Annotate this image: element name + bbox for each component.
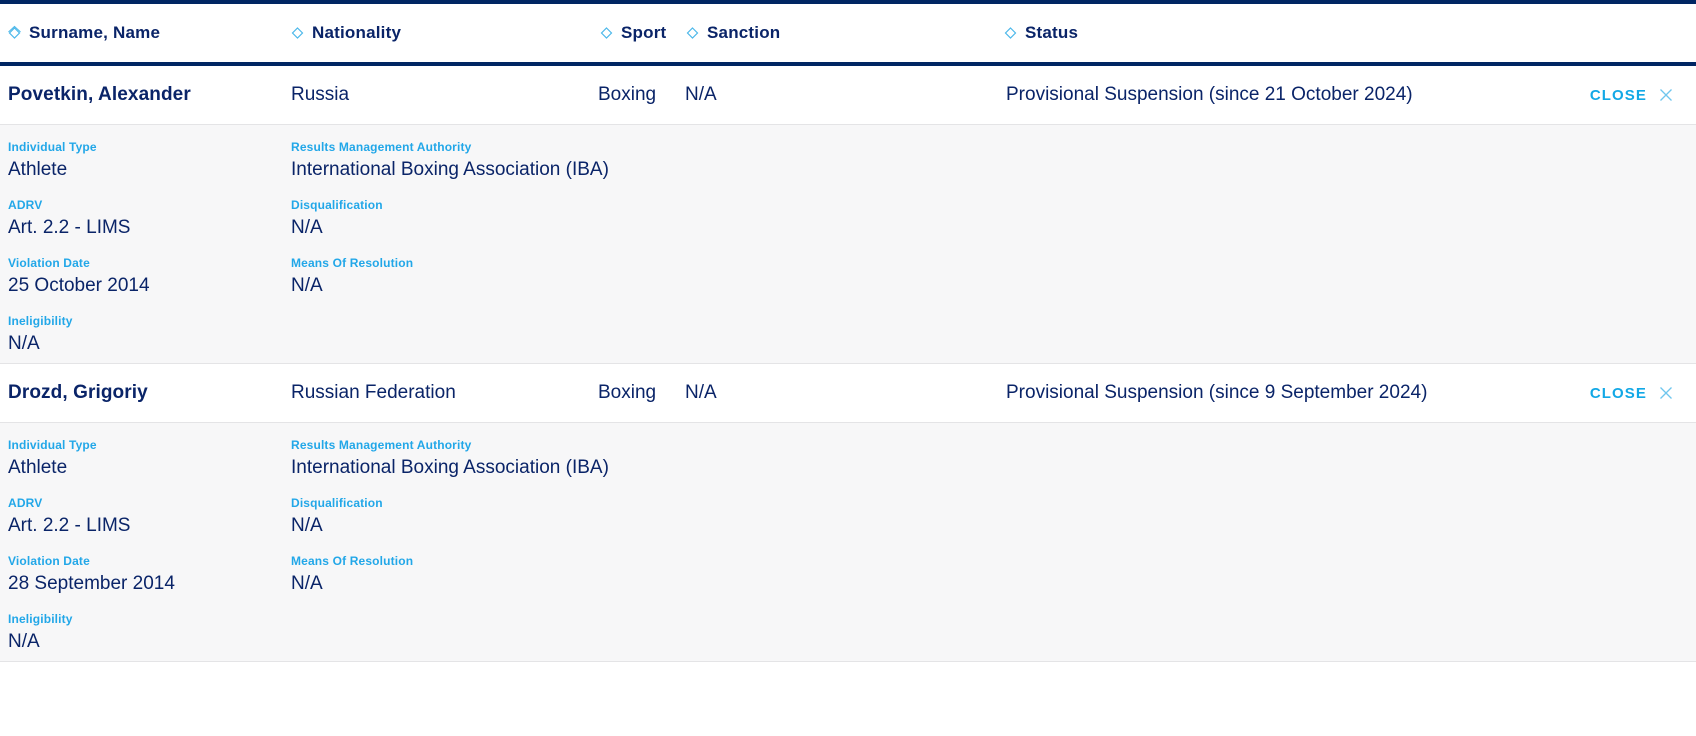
cell-sanction: N/A — [685, 84, 717, 105]
close-button-label: CLOSE — [1589, 86, 1647, 104]
cell-nationality: Russia — [291, 84, 350, 105]
column-header-status[interactable]: Status — [1004, 4, 1078, 62]
sort-diamond-icon[interactable] — [8, 25, 21, 41]
field-label: ADRV — [8, 496, 43, 510]
column-header-label: Sanction — [707, 23, 781, 42]
row-detail-panel: Individual Type Athlete ADRV Art. 2.2 - … — [0, 423, 1696, 662]
field-value: N/A — [8, 333, 40, 354]
field-adrv: ADRV Art. 2.2 - LIMS — [8, 495, 130, 540]
field-label: Violation Date — [8, 554, 90, 568]
field-value: Athlete — [8, 159, 68, 180]
field-ineligibility: Ineligibility N/A — [8, 313, 73, 358]
field-label: ADRV — [8, 198, 43, 212]
table-row[interactable]: Drozd, Grigoriy Russian Federation Boxin… — [0, 364, 1696, 423]
cell-sport: Boxing — [598, 382, 657, 403]
column-header-sport[interactable]: Sport — [600, 4, 666, 62]
sort-diamond-icon[interactable] — [600, 25, 613, 41]
column-header-label: Status — [1025, 23, 1079, 42]
cell-status: Provisional Suspension (since 9 Septembe… — [1006, 382, 1428, 403]
field-value: Art. 2.2 - LIMS — [8, 515, 131, 536]
table-header-row: Surname, Name Nationality Sport Sanction… — [0, 4, 1696, 66]
field-value: 25 October 2014 — [8, 275, 150, 296]
close-button-label: CLOSE — [1589, 384, 1647, 402]
sort-diamond-icon[interactable] — [291, 25, 304, 41]
column-header-label: Nationality — [312, 23, 402, 42]
close-x-icon[interactable] — [1658, 87, 1674, 103]
field-value: Athlete — [8, 457, 68, 478]
close-row-button[interactable]: CLOSE — [1590, 66, 1674, 124]
field-value: 28 September 2014 — [8, 573, 175, 594]
cell-sport: Boxing — [598, 84, 657, 105]
field-label: Results Management Authority — [291, 438, 472, 452]
field-value: N/A — [291, 275, 323, 296]
column-header-nationality[interactable]: Nationality — [291, 4, 401, 62]
field-results-management-authority: Results Management Authority Internation… — [291, 437, 609, 482]
column-header-sanction[interactable]: Sanction — [686, 4, 780, 62]
column-header-surname-name[interactable]: Surname, Name — [8, 4, 160, 62]
field-disqualification: Disqualification N/A — [291, 197, 383, 242]
field-violation-date: Violation Date 28 September 2014 — [8, 553, 175, 598]
sort-diamond-icon[interactable] — [686, 25, 699, 41]
sort-diamond-icon[interactable] — [1004, 25, 1017, 41]
field-results-management-authority: Results Management Authority Internation… — [291, 139, 609, 184]
column-header-label: Sport — [621, 23, 667, 42]
cell-surname-name: Drozd, Grigoriy — [8, 382, 148, 403]
field-value: International Boxing Association (IBA) — [291, 159, 609, 180]
field-means-of-resolution: Means Of Resolution N/A — [291, 255, 413, 300]
field-label: Disqualification — [291, 198, 383, 212]
field-value: N/A — [291, 217, 323, 238]
detail-grid: Individual Type Athlete ADRV Art. 2.2 - … — [0, 437, 1696, 652]
close-x-icon[interactable] — [1658, 385, 1674, 401]
detail-grid: Individual Type Athlete ADRV Art. 2.2 - … — [0, 139, 1696, 354]
field-ineligibility: Ineligibility N/A — [8, 611, 73, 656]
cell-surname-name: Povetkin, Alexander — [8, 84, 191, 105]
field-adrv: ADRV Art. 2.2 - LIMS — [8, 197, 130, 242]
row-detail-panel: Individual Type Athlete ADRV Art. 2.2 - … — [0, 125, 1696, 364]
field-individual-type: Individual Type Athlete — [8, 437, 97, 482]
table-row[interactable]: Povetkin, Alexander Russia Boxing N/A Pr… — [0, 66, 1696, 125]
field-value: International Boxing Association (IBA) — [291, 457, 609, 478]
sanctions-table: Surname, Name Nationality Sport Sanction… — [0, 0, 1696, 662]
field-value: N/A — [291, 573, 323, 594]
field-label: Means Of Resolution — [291, 256, 414, 270]
field-value: N/A — [8, 631, 40, 652]
cell-status: Provisional Suspension (since 21 October… — [1006, 84, 1413, 105]
field-label: Ineligibility — [8, 314, 73, 328]
cell-nationality: Russian Federation — [291, 382, 456, 403]
field-disqualification: Disqualification N/A — [291, 495, 383, 540]
field-label: Results Management Authority — [291, 140, 472, 154]
field-value: N/A — [291, 515, 323, 536]
field-value: Art. 2.2 - LIMS — [8, 217, 131, 238]
field-label: Disqualification — [291, 496, 383, 510]
field-violation-date: Violation Date 25 October 2014 — [8, 255, 150, 300]
column-header-label: Surname, Name — [29, 23, 161, 42]
field-label: Individual Type — [8, 438, 97, 452]
field-label: Individual Type — [8, 140, 97, 154]
field-means-of-resolution: Means Of Resolution N/A — [291, 553, 413, 598]
field-label: Means Of Resolution — [291, 554, 414, 568]
field-label: Ineligibility — [8, 612, 73, 626]
close-row-button[interactable]: CLOSE — [1590, 364, 1674, 422]
field-individual-type: Individual Type Athlete — [8, 139, 97, 184]
field-label: Violation Date — [8, 256, 90, 270]
cell-sanction: N/A — [685, 382, 717, 403]
